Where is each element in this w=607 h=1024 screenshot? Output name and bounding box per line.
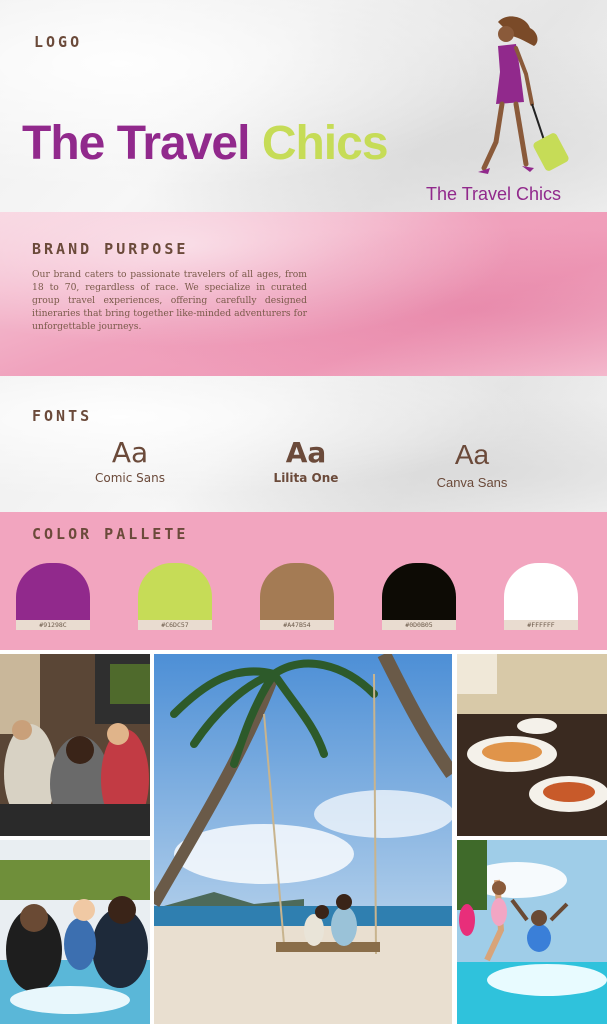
group-selfie-photo bbox=[0, 654, 150, 836]
color-palette-section: COLOR PALLETE #91298C #C6DC57 #A47B54 #0… bbox=[0, 512, 607, 650]
font-sample-glyph: Aa bbox=[111, 436, 149, 469]
swatch-hex-label: #0D0B05 bbox=[382, 620, 456, 630]
wordmark-chics: Chics bbox=[261, 117, 389, 170]
wordmark-travel: Travel bbox=[116, 117, 251, 170]
swatch-color-block bbox=[260, 563, 334, 620]
color-swatch-black: #0D0B05 bbox=[382, 563, 456, 630]
wordmark-the: The bbox=[22, 117, 105, 170]
swatch-color-block bbox=[138, 563, 212, 620]
font-sample-glyph: Aa bbox=[454, 439, 490, 470]
swatch-hex-label: #A47B54 bbox=[260, 620, 334, 630]
font-sample-name: Canva Sans bbox=[436, 475, 508, 490]
brand-purpose-heading: BRAND PURPOSE bbox=[32, 240, 189, 258]
color-swatch-tan: #A47B54 bbox=[260, 563, 334, 630]
font-sample-glyph: Aa bbox=[285, 436, 327, 469]
swatch-hex-label: #FFFFFF bbox=[504, 620, 578, 630]
color-palette-heading: COLOR PALLETE bbox=[32, 525, 189, 543]
swatch-color-block bbox=[382, 563, 456, 620]
logo-heading: LOGO bbox=[34, 33, 83, 51]
swatch-color-block bbox=[504, 563, 578, 620]
font-sample-comic-sans: Aa Comic Sans bbox=[84, 436, 176, 485]
swatch-color-block bbox=[16, 563, 90, 620]
font-sample-lilita-one: Aa Lilita One bbox=[262, 436, 350, 485]
brand-purpose-text: Our brand caters to passionate travelers… bbox=[32, 269, 307, 332]
brand-purpose-section: BRAND PURPOSE Our brand caters to passio… bbox=[0, 212, 607, 376]
swatch-hex-label: #C6DC57 bbox=[138, 620, 212, 630]
family-pool-photo bbox=[0, 840, 150, 1024]
logo-section: LOGO The Travel Chics The Travel Chics bbox=[0, 0, 607, 212]
logo-caption: The Travel Chics bbox=[426, 184, 562, 204]
color-swatch-purple: #91298C bbox=[16, 563, 90, 630]
font-sample-name: Comic Sans bbox=[95, 471, 165, 485]
logo-wordmark: The Travel Chics bbox=[22, 116, 389, 171]
woman-with-suitcase-icon bbox=[478, 16, 569, 174]
font-sample-canva-sans: Aa Canva Sans bbox=[424, 439, 520, 490]
color-swatch-lime: #C6DC57 bbox=[138, 563, 212, 630]
swatch-hex-label: #91298C bbox=[16, 620, 90, 630]
dining-table-photo bbox=[457, 654, 607, 836]
color-swatch-white: #FFFFFF bbox=[504, 563, 578, 630]
photo-collage bbox=[0, 650, 607, 1024]
fonts-heading: FONTS bbox=[32, 407, 93, 425]
beach-swing-photo bbox=[154, 654, 452, 1024]
fonts-section: FONTS Aa Comic Sans Aa Lilita One Aa Can… bbox=[0, 376, 607, 512]
kids-pool-jump-photo bbox=[457, 840, 607, 1024]
font-sample-name: Lilita One bbox=[273, 471, 339, 485]
